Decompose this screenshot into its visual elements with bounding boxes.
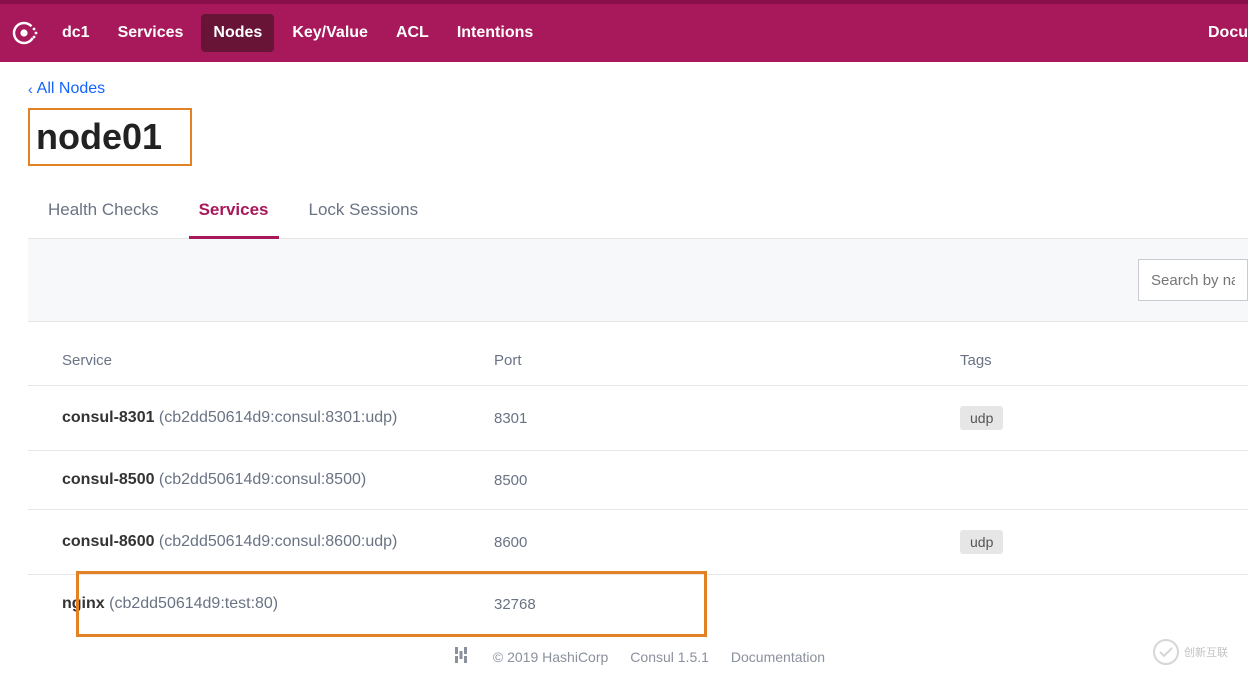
nav-documentation[interactable]: Docu [1208,24,1248,42]
cell-port: 8600 [494,534,960,551]
consul-logo-icon [0,4,48,62]
col-header-port: Port [494,352,960,369]
service-name: consul-8301 [62,409,154,426]
tag-badge: udp [960,530,1003,554]
service-name: consul-8500 [62,471,154,488]
footer: © 2019 HashiCorp Consul 1.5.1 Documentat… [28,645,1248,668]
nav-services[interactable]: Services [104,4,198,62]
tab-services[interactable]: Services [199,190,269,238]
table-row[interactable]: nginx (cb2dd50614d9:test:80)32768 [28,575,1248,633]
service-name: consul-8600 [62,533,154,550]
cell-port: 8500 [494,472,960,489]
tabs: Health Checks Services Lock Sessions [28,190,1248,239]
cell-service: consul-8500 (cb2dd50614d9:consul:8500) [62,471,494,489]
table-header: Service Port Tags [28,352,1248,386]
services-table: Service Port Tags consul-8301 (cb2dd5061… [28,352,1248,633]
breadcrumb-label: All Nodes [37,80,105,98]
service-detail: (cb2dd50614d9:consul:8500) [154,471,366,488]
service-detail: (cb2dd50614d9:test:80) [105,595,278,612]
service-name: nginx [62,595,105,612]
breadcrumb-all-nodes[interactable]: ‹ All Nodes [28,80,1248,98]
table-row[interactable]: consul-8301 (cb2dd50614d9:consul:8301:ud… [28,386,1248,451]
col-header-tags: Tags [960,352,1248,369]
nav-items: dc1 Services Nodes Key/Value ACL Intenti… [48,4,547,62]
nav-datacenter[interactable]: dc1 [48,4,104,62]
footer-copyright: © 2019 HashiCorp [493,649,608,665]
footer-version[interactable]: Consul 1.5.1 [630,649,709,665]
nav-acl[interactable]: ACL [382,4,443,62]
cell-port: 8301 [494,410,960,427]
page-title-highlight: node01 [28,108,192,166]
cell-service: nginx (cb2dd50614d9:test:80) [62,595,494,613]
table-row[interactable]: consul-8600 (cb2dd50614d9:consul:8600:ud… [28,510,1248,575]
chevron-left-icon: ‹ [28,81,33,97]
top-nav: dc1 Services Nodes Key/Value ACL Intenti… [0,0,1248,62]
tab-health-checks[interactable]: Health Checks [48,190,159,238]
svg-text:创新互联: 创新互联 [1184,645,1228,659]
hashicorp-logo-icon [451,645,471,668]
cell-service: consul-8301 (cb2dd50614d9:consul:8301:ud… [62,409,494,427]
service-detail: (cb2dd50614d9:consul:8301:udp) [154,409,397,426]
tab-lock-sessions[interactable]: Lock Sessions [309,190,419,238]
nav-nodes[interactable]: Nodes [201,14,274,52]
table-row[interactable]: consul-8500 (cb2dd50614d9:consul:8500)85… [28,451,1248,510]
service-detail: (cb2dd50614d9:consul:8600:udp) [154,533,397,550]
footer-docs[interactable]: Documentation [731,649,825,665]
search-input[interactable] [1138,259,1248,301]
filter-bar [28,239,1248,322]
col-header-service: Service [62,352,494,369]
cell-service: consul-8600 (cb2dd50614d9:consul:8600:ud… [62,533,494,551]
page-title: node01 [36,116,162,158]
nav-keyvalue[interactable]: Key/Value [278,4,382,62]
cell-tags: udp [960,530,1248,554]
nav-intentions[interactable]: Intentions [443,4,547,62]
cell-port: 32768 [494,596,960,613]
content: ‹ All Nodes node01 Health Checks Service… [0,62,1248,668]
watermark: 创新互联 [1152,638,1242,671]
tag-badge: udp [960,406,1003,430]
cell-tags: udp [960,406,1248,430]
